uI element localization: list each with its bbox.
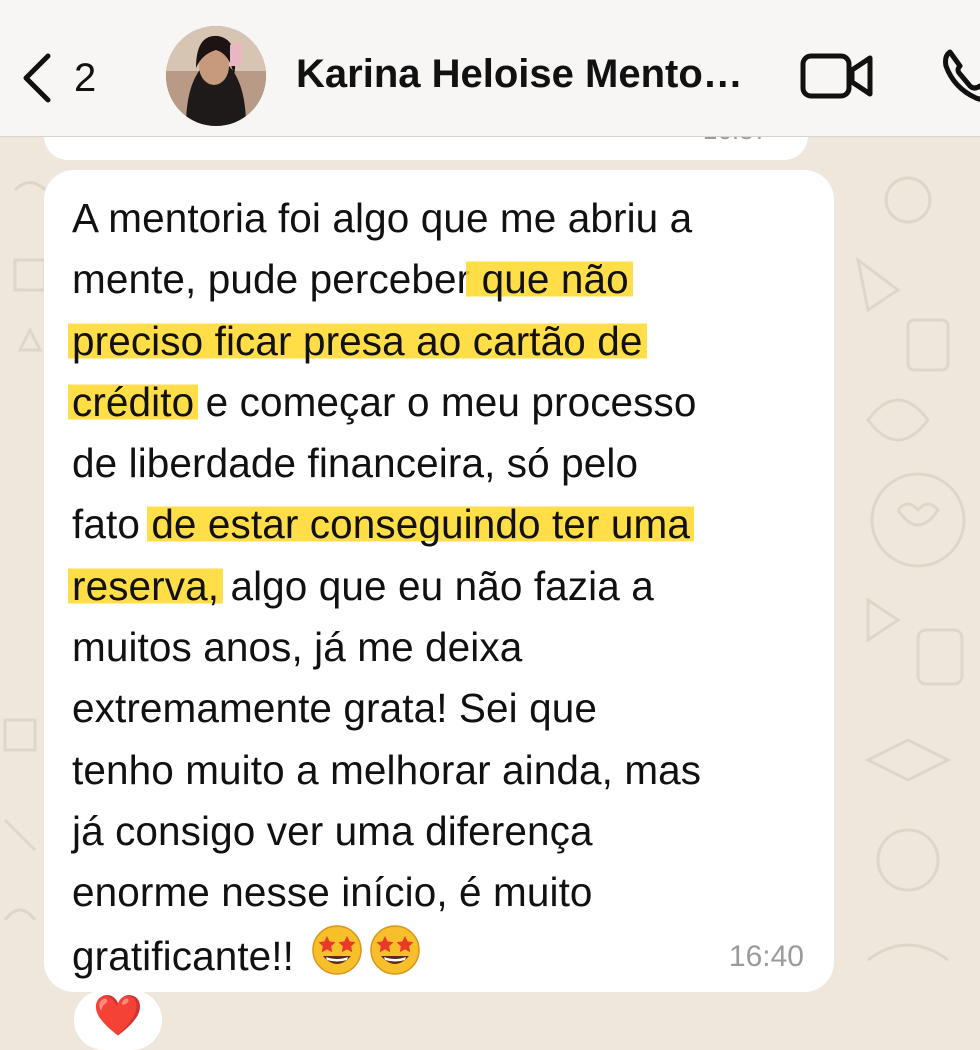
- back-button[interactable]: 2: [18, 48, 118, 108]
- message-text-segment: já consigo ver uma diferença: [72, 807, 593, 854]
- contact-name[interactable]: Karina Heloise Mento…: [296, 52, 786, 97]
- message-text-segment: fato: [72, 501, 152, 548]
- message-line: fato de estar conseguindo ter uma: [72, 494, 822, 555]
- message-line: A mentoria foi algo que me abriu a: [72, 188, 822, 249]
- message-line: preciso ficar presa ao cartão de: [68, 311, 822, 372]
- message-line: enorme nesse início, é muito: [72, 862, 822, 923]
- highlighted-text: que não: [466, 256, 633, 303]
- star-struck-emoji-icon: [370, 924, 421, 975]
- message-line: muitos anos, já me deixa: [72, 617, 822, 678]
- message-line: gratificante!!: [72, 924, 822, 987]
- message-bubble[interactable]: A mentoria foi algo que me abriu a mente,…: [44, 170, 834, 992]
- highlighted-text: de estar conseguindo ter uma: [147, 501, 694, 548]
- voice-call-button[interactable]: [940, 44, 980, 104]
- message-line: crédito e começar o meu processo: [68, 372, 822, 433]
- message-line: de liberdade financeira, só pelo: [72, 433, 822, 494]
- unread-count: 2: [74, 55, 97, 100]
- message-text-segment: e começar o meu processo: [194, 378, 697, 425]
- message-text-segment: enorme nesse início, é muito: [72, 869, 593, 916]
- video-call-icon: [800, 53, 873, 99]
- message-text-segment: tenho muito a melhorar ainda, mas: [72, 746, 702, 793]
- highlighted-text: crédito: [68, 378, 199, 425]
- chevron-left-icon: [23, 53, 51, 103]
- message-time: 16:40: [728, 940, 804, 973]
- highlighted-text: reserva,: [68, 562, 224, 609]
- message-text-segment: de liberdade financeira, só pelo: [72, 440, 639, 487]
- message-text-segment: A mentoria foi algo que me abriu a: [72, 195, 693, 241]
- avatar[interactable]: [166, 26, 266, 126]
- profile-photo: [166, 26, 266, 126]
- highlighted-text: preciso ficar presa ao cartão de: [68, 317, 647, 364]
- message-text-segment: extremamente grata! Sei que: [72, 685, 597, 732]
- message-text-segment: algo que eu não fazia a: [219, 562, 654, 609]
- message-reaction[interactable]: ❤️: [74, 990, 162, 1050]
- star-struck-emoji-icon: [312, 924, 363, 975]
- heart-reaction-icon: ❤️: [93, 994, 143, 1038]
- message-line: reserva, algo que eu não fazia a: [68, 556, 822, 617]
- chat-header: 2 Karina Heloise Mento…: [0, 0, 980, 137]
- message-text-segment: muitos anos, já me deixa: [72, 624, 523, 671]
- message-line: tenho muito a melhorar ainda, mas: [72, 740, 822, 801]
- message-text-segment: mente, pude perceber: [72, 256, 471, 303]
- message-line: extremamente grata! Sei que: [72, 678, 822, 739]
- video-call-button[interactable]: [800, 50, 876, 102]
- message-line: já consigo ver uma diferença: [72, 801, 822, 862]
- message-text: A mentoria foi algo que me abriu a mente,…: [68, 188, 822, 987]
- message-line: mente, pude perceber que não: [72, 249, 822, 310]
- phone-icon: [943, 49, 980, 102]
- message-text-segment: gratificante!!: [72, 932, 306, 979]
